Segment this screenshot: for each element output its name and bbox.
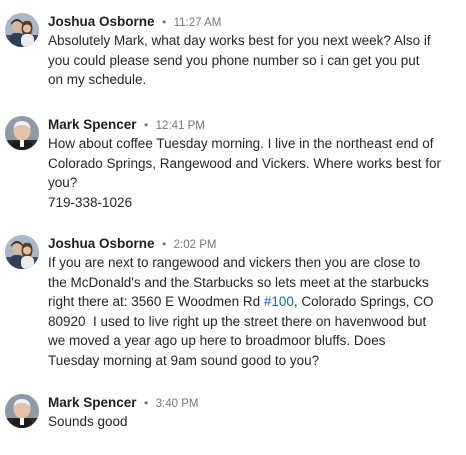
message-line: If you are next to rangewood and vickers… <box>48 255 421 270</box>
message-line: you? <box>48 175 78 190</box>
separator-dot: • <box>144 118 149 132</box>
message-line: Absolutely Mark, what day works best for… <box>48 33 431 48</box>
message-body: If you are next to rangewood and vickers… <box>48 253 460 370</box>
man-photo-icon <box>5 394 39 428</box>
man-photo-avatar[interactable] <box>5 116 39 150</box>
couple-photo-avatar[interactable] <box>5 235 39 269</box>
message-line-with-link: right there at: 3560 E Woodmen Rd #100, … <box>48 292 460 312</box>
message-time: 11:27 AM <box>173 17 222 29</box>
sender-name[interactable]: Joshua Osborne <box>48 236 155 251</box>
sender-name[interactable]: Mark Spencer <box>48 117 137 132</box>
message-header: Mark Spencer • 3:40 PM <box>48 394 198 412</box>
phone-number[interactable]: 719-338-1026 <box>48 193 460 213</box>
message-body: Absolutely Mark, what day works best for… <box>48 31 460 90</box>
message-body: How about coffee Tuesday morning. I live… <box>48 134 460 212</box>
message-line: How about coffee Tuesday morning. I live… <box>48 136 434 151</box>
message-line: on my schedule. <box>48 72 147 87</box>
sender-name[interactable]: Mark Spencer <box>48 395 137 410</box>
message-body: Sounds good <box>48 412 460 432</box>
message-line: 80920 I used to live right up the street… <box>48 313 427 329</box>
couple-photo-avatar[interactable] <box>5 13 39 47</box>
message-time: 12:41 PM <box>155 120 205 132</box>
couple-photo-icon <box>5 235 39 269</box>
message-header: Mark Spencer • 12:41 PM <box>48 116 205 134</box>
message-line: we moved a year ago up here to broadmoor… <box>48 333 386 348</box>
sender-name[interactable]: Joshua Osborne <box>48 14 155 29</box>
man-photo-icon <box>5 116 39 150</box>
couple-photo-icon <box>5 13 39 47</box>
message-header: Joshua Osborne • 2:02 PM <box>48 235 216 253</box>
separator-dot: • <box>144 396 149 410</box>
message-line: you could please send you phone number s… <box>48 52 420 68</box>
message-header: Joshua Osborne • 11:27 AM <box>48 13 221 31</box>
message-line: Colorado Springs, Rangewood and Vickers.… <box>48 155 441 171</box>
message-line: Sounds good <box>48 414 128 429</box>
address-text: right there at: 3560 E Woodmen Rd <box>48 294 264 309</box>
hashtag-link[interactable]: #100 <box>264 294 294 309</box>
address-text: , Colorado Springs, CO <box>293 294 434 309</box>
message-thread: Joshua Osborne • 11:27 AM Absolutely Mar… <box>0 0 466 455</box>
man-photo-avatar[interactable] <box>5 394 39 428</box>
separator-dot: • <box>161 15 167 29</box>
message-time: 3:40 PM <box>155 398 199 410</box>
separator-dot: • <box>161 237 167 251</box>
message-line: the McDonald's and the Starbucks so lets… <box>48 274 429 290</box>
message-line: Tuesday morning at 9am sound good to you… <box>48 352 320 368</box>
message-time: 2:02 PM <box>173 239 217 251</box>
